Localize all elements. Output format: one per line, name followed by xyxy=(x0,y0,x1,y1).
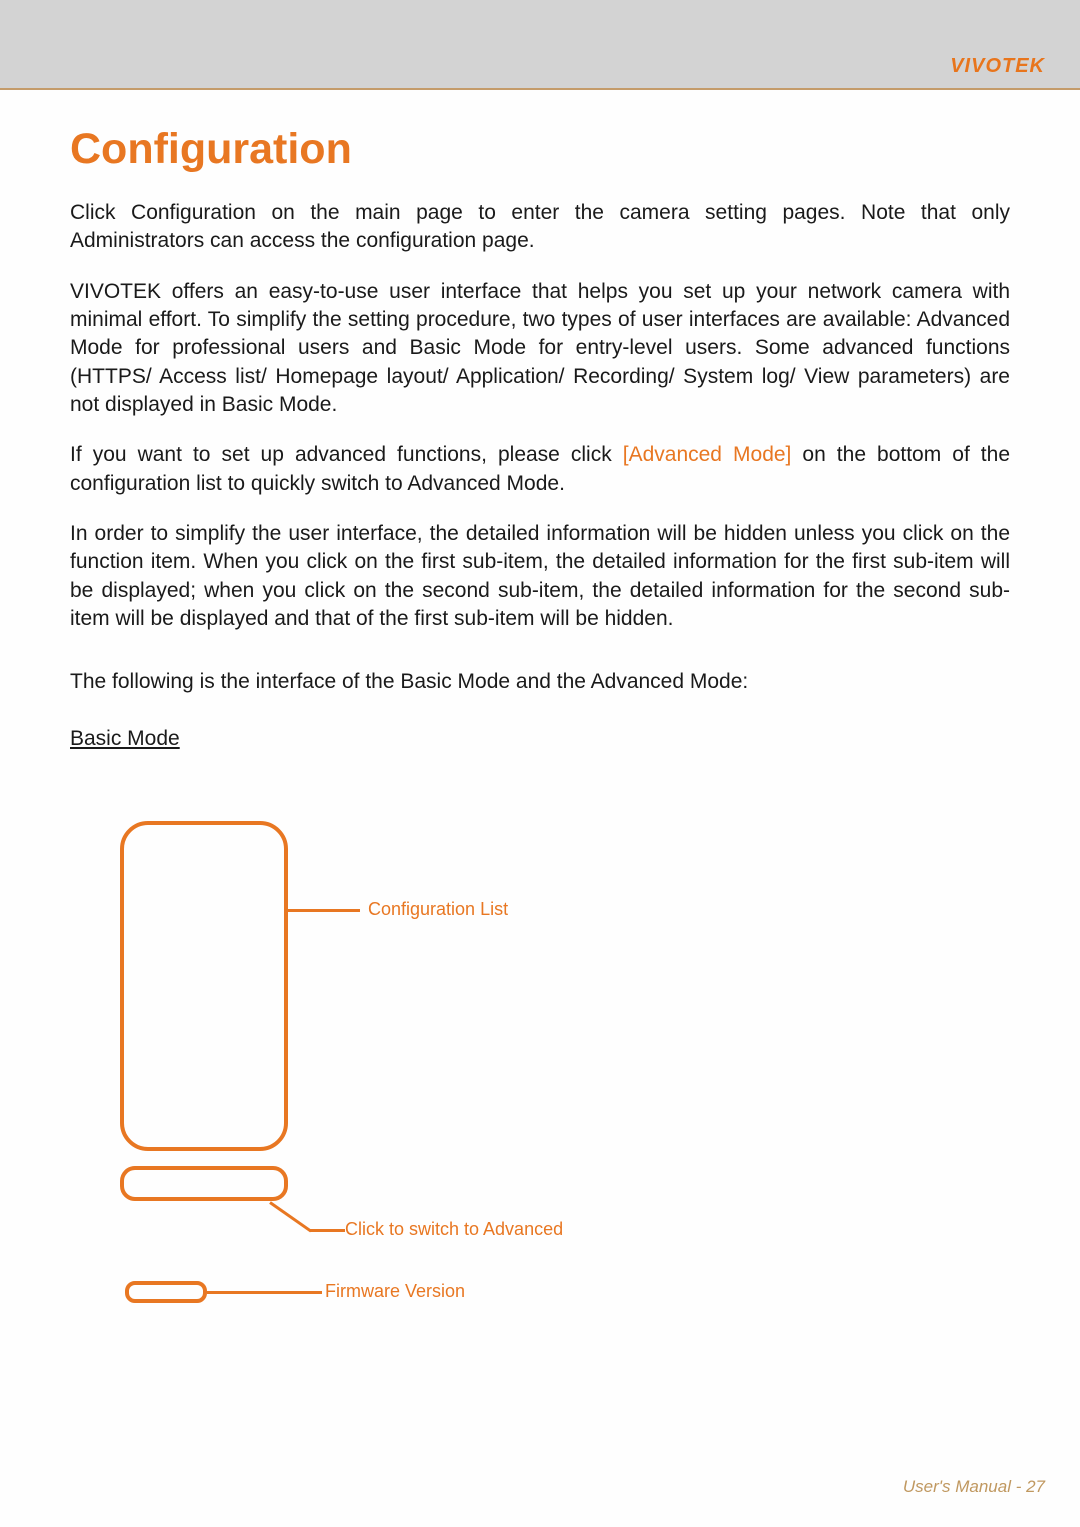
callout-firmware-version: Firmware Version xyxy=(325,1281,465,1302)
basic-mode-heading: Basic Mode xyxy=(70,727,1010,751)
intro-paragraph-3: If you want to set up advanced functions… xyxy=(70,441,1010,498)
callout-line-icon xyxy=(207,1291,322,1294)
document-page: VIVOTEK Configuration Click Configuratio… xyxy=(0,0,1080,1527)
callout-line-icon xyxy=(269,1201,312,1232)
firmware-highlight-box xyxy=(125,1281,207,1303)
advanced-switch-highlight-box xyxy=(120,1166,288,1201)
p3-text-before: If you want to set up advanced functions… xyxy=(70,443,623,466)
intro-paragraph-4: In order to simplify the user interface,… xyxy=(70,520,1010,633)
header-band: VIVOTEK xyxy=(0,0,1080,90)
callout-line-icon xyxy=(288,909,360,912)
page-title: Configuration xyxy=(70,125,1010,174)
intro-paragraph-5: The following is the interface of the Ba… xyxy=(70,668,1010,696)
intro-paragraph-2: VIVOTEK offers an easy-to-use user inter… xyxy=(70,278,1010,420)
content-area: Configuration Click Configuration on the… xyxy=(0,90,1080,1341)
callout-line-icon xyxy=(310,1229,345,1232)
callout-config-list: Configuration List xyxy=(368,899,508,920)
callout-switch-advanced: Click to switch to Advanced xyxy=(345,1219,563,1240)
config-list-highlight-box xyxy=(120,821,288,1151)
intro-paragraph-1: Click Configuration on the main page to … xyxy=(70,199,1010,256)
page-footer: User's Manual - 27 xyxy=(903,1477,1045,1497)
advanced-mode-link[interactable]: [Advanced Mode] xyxy=(623,443,792,466)
basic-mode-diagram: Configuration List Click to switch to Ad… xyxy=(120,781,1010,1341)
brand-label: VIVOTEK xyxy=(950,55,1045,78)
